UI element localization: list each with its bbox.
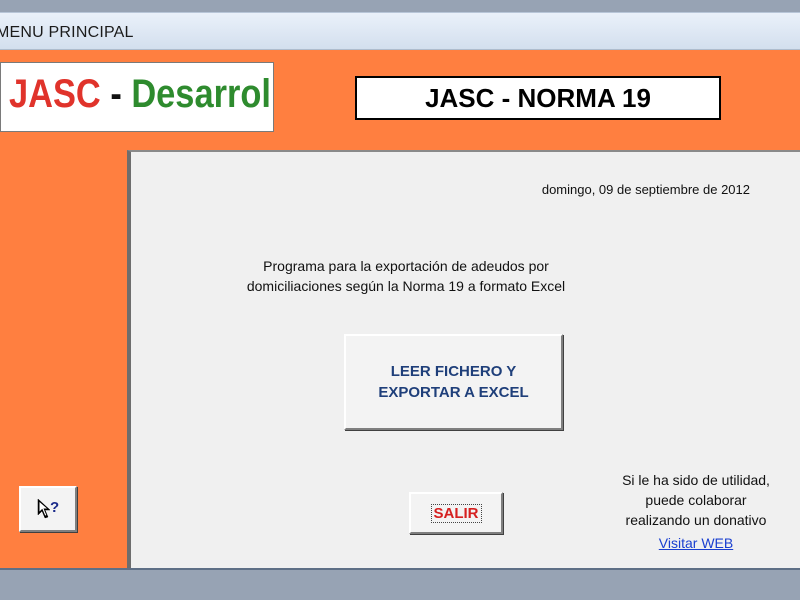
logo-part-desarrollo: Desarrollo xyxy=(131,72,273,116)
donation-message: Si le ha sido de utilidad, puede colabor… xyxy=(601,470,791,530)
donation-line-3: realizando un donativo xyxy=(625,512,767,528)
donation-line-2: puede colaborar xyxy=(645,492,747,508)
logo: JASC - Desarrollo xyxy=(0,62,274,132)
window-bottom-border xyxy=(0,568,800,570)
logo-text: JASC - Desarrollo xyxy=(9,72,273,117)
read-file-export-excel-button[interactable]: LEER FICHERO Y EXPORTAR A EXCEL xyxy=(344,334,563,430)
help-pointer-icon: ? xyxy=(37,498,59,519)
export-button-label-line-1: LEER FICHERO Y xyxy=(390,363,517,380)
header-title: JASC - NORMA 19 xyxy=(355,76,721,120)
exit-button[interactable]: SALIR xyxy=(409,492,503,534)
export-button-label-line-2: EXPORTAR A EXCEL xyxy=(378,384,529,401)
program-description: Programa para la exportación de adeudos … xyxy=(161,256,651,296)
main-menu-window: MENU PRINCIPAL JASC - Desarrollo JASC - … xyxy=(0,12,800,570)
help-button[interactable]: ? xyxy=(19,486,77,532)
window-title: MENU PRINCIPAL xyxy=(0,24,134,41)
main-panel: domingo, 09 de septiembre de 2012 Progra… xyxy=(127,150,800,568)
current-date: domingo, 09 de septiembre de 2012 xyxy=(541,182,750,197)
logo-part-jasc: JASC xyxy=(9,72,101,116)
donation-line-1: Si le ha sido de utilidad, xyxy=(622,472,770,488)
title-bar[interactable]: MENU PRINCIPAL xyxy=(0,12,800,50)
exit-button-label: SALIR xyxy=(430,503,482,523)
svg-text:?: ? xyxy=(50,499,59,516)
description-line-2: domiciliaciones según la Norma 19 a form… xyxy=(246,278,566,294)
logo-separator: - xyxy=(100,72,132,116)
visit-web-link[interactable]: Visitar WEB xyxy=(601,535,791,551)
description-line-1: Programa para la exportación de adeudos … xyxy=(263,258,549,274)
